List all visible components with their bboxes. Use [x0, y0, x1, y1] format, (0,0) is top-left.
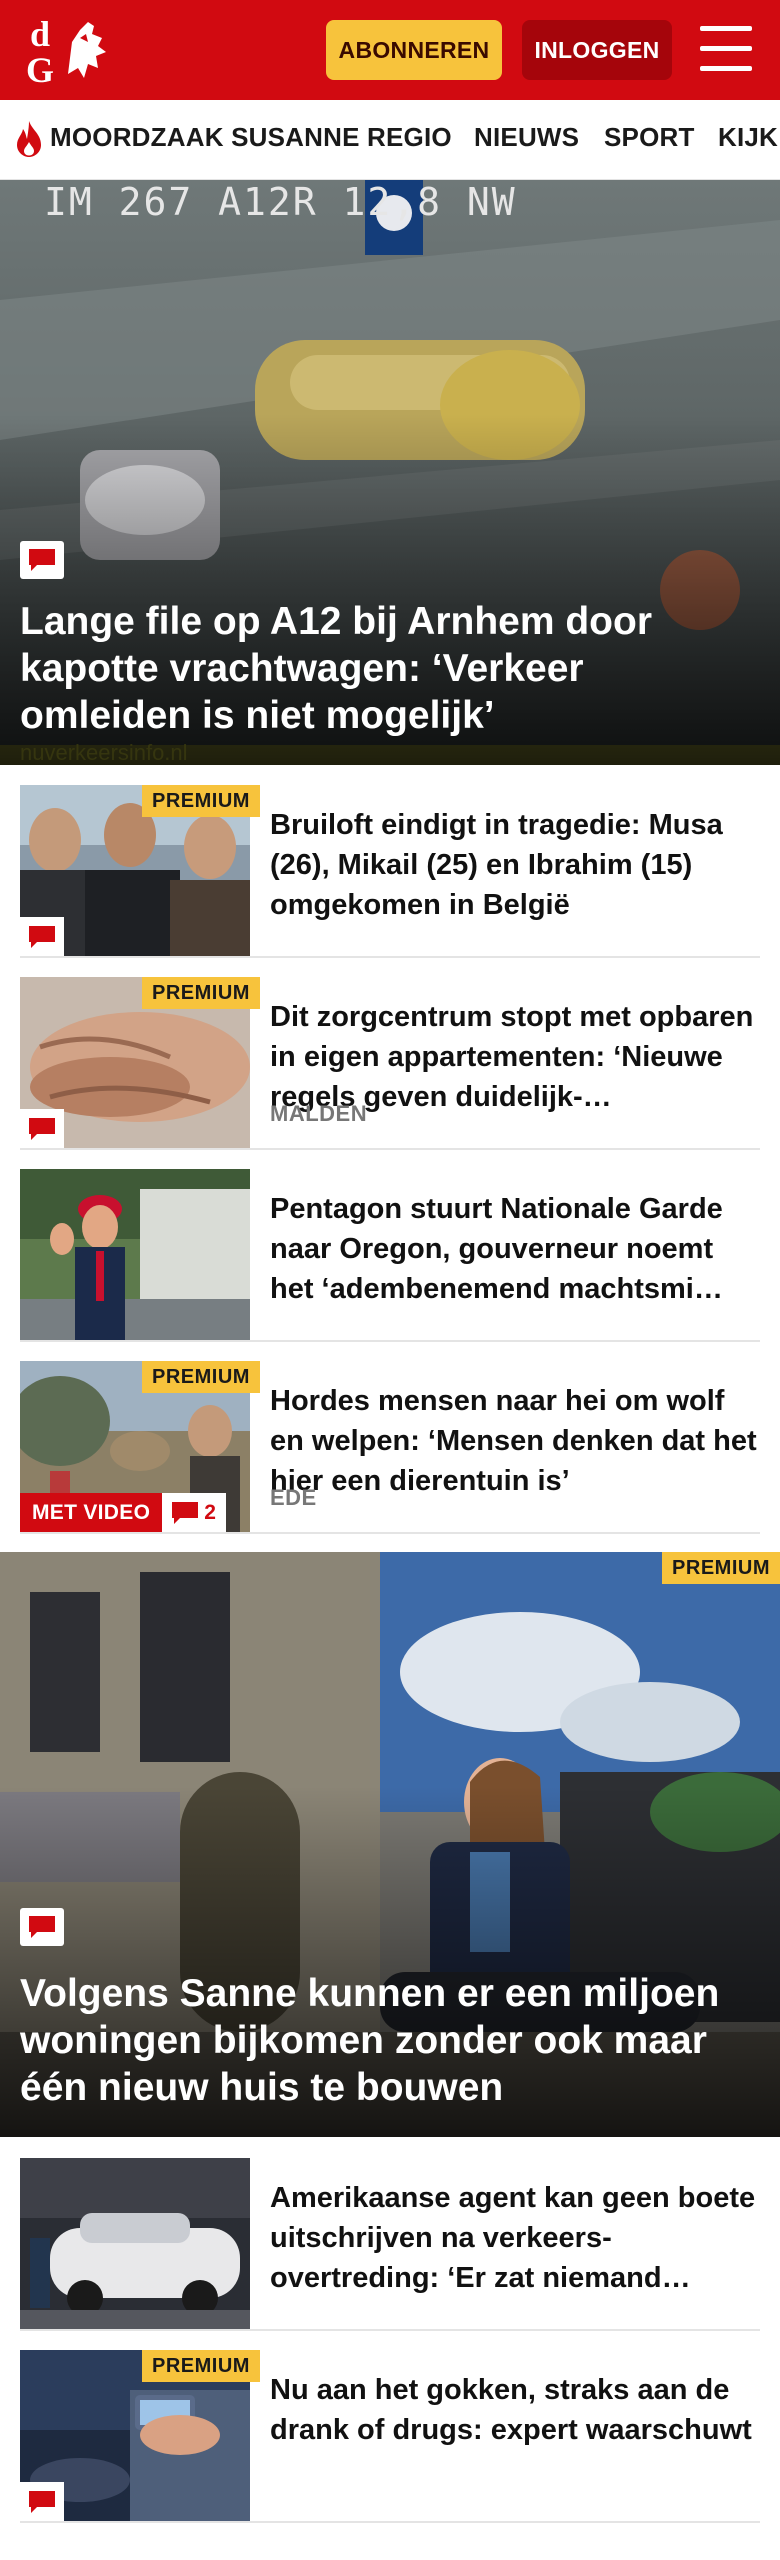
divider [20, 2329, 760, 2331]
premium-badge: PREMIUM [142, 2350, 260, 2382]
article-headline[interactable]: Pentagon stuurt Nationale Garde naar Ore… [270, 1189, 760, 1309]
divider [20, 1532, 760, 1534]
article-item-wolf[interactable]: PREMIUM MET VIDEO 2 Hordes mensen naar h… [20, 1361, 760, 1533]
top-header: d G ABONNEREN INLOGGEN [0, 0, 780, 100]
premium-badge: PREMIUM [662, 1552, 780, 1584]
article-headline[interactable]: Amerikaanse agent kan geen boete uitschr… [270, 2178, 760, 2298]
site-logo[interactable]: d G [22, 12, 114, 88]
article-location: MALDEN [270, 1101, 368, 1126]
article-item-zorgcentrum[interactable]: PREMIUM Dit zorgcentrum stopt met opbare… [20, 977, 760, 1149]
flame-icon [17, 121, 41, 157]
article-thumbnail [20, 2158, 250, 2330]
article-thumbnail [20, 1169, 250, 1341]
comment-icon [20, 1908, 64, 1946]
comment-icon [20, 2482, 64, 2522]
nav-item-nieuws[interactable]: NIEUWS [474, 122, 579, 153]
article-location: EDE [270, 1485, 317, 1510]
nav-item-sport[interactable]: SPORT [604, 122, 695, 153]
nav-item-moordzaak[interactable]: MOORDZAAK SUSANNE [50, 122, 360, 153]
comment-icon [20, 917, 64, 957]
hero-headline[interactable]: Volgens Sanne kunnen er een miljoen woni… [20, 1970, 760, 2111]
premium-badge: PREMIUM [142, 785, 260, 817]
video-label: MET VIDEO [20, 1493, 163, 1533]
nav-item-kijk[interactable]: KIJK [718, 122, 778, 153]
comment-icon [20, 1109, 64, 1149]
article-item-wedding[interactable]: PREMIUM Bruiloft eindigt in tragedie: Mu… [20, 785, 760, 957]
divider [20, 2521, 760, 2523]
hero-headline[interactable]: Lange file op A12 bij Arnhem door kapott… [20, 598, 760, 739]
divider [20, 956, 760, 958]
hero-article-woningen[interactable]: PREMIUM Volgens Sanne kunnen er een milj… [0, 1552, 780, 2137]
article-headline[interactable]: Dit zorgcentrum stopt met opbaren in eig… [270, 997, 760, 1117]
comment-icon [20, 541, 64, 579]
section-nav: MOORDZAAK SUSANNE REGIO NIEUWS SPORT KIJ… [0, 100, 780, 180]
camera-overlay-text: IM 267 A12R 12,8 NW [44, 180, 517, 224]
subscribe-button[interactable]: ABONNEREN [326, 20, 502, 80]
article-item-agent[interactable]: Amerikaanse agent kan geen boete uitschr… [20, 2158, 760, 2330]
hero-article-traffic[interactable]: IM 267 A12R 12,8 NW Lange file op A12 bi… [0, 180, 780, 765]
nav-item-regio[interactable]: REGIO [367, 122, 452, 153]
divider [20, 1148, 760, 1150]
premium-badge: PREMIUM [142, 1361, 260, 1393]
article-headline[interactable]: Nu aan het gokken, straks aan de drank o… [270, 2370, 760, 2450]
article-item-gokken[interactable]: PREMIUM Nu aan het gokken, straks aan de… [20, 2350, 760, 2522]
article-headline[interactable]: Bruiloft eindigt in tragedie: Musa (26),… [270, 805, 760, 925]
image-watermark: nuverkeersinfo.nl [20, 740, 188, 765]
svg-text:d: d [30, 14, 50, 54]
divider [20, 1340, 760, 1342]
comment-count: 2 [162, 1493, 226, 1533]
login-button[interactable]: INLOGGEN [522, 20, 672, 80]
article-headline[interactable]: Hordes mensen naar hei om wolf en welpen… [270, 1381, 760, 1501]
svg-text:G: G [26, 50, 54, 88]
article-item-pentagon[interactable]: Pentagon stuurt Nationale Garde naar Ore… [20, 1169, 760, 1341]
menu-icon[interactable] [700, 24, 752, 74]
comment-icon [172, 1502, 199, 1524]
video-tag: MET VIDEO 2 [20, 1493, 226, 1533]
comment-count-value: 2 [204, 1501, 216, 1524]
premium-badge: PREMIUM [142, 977, 260, 1009]
